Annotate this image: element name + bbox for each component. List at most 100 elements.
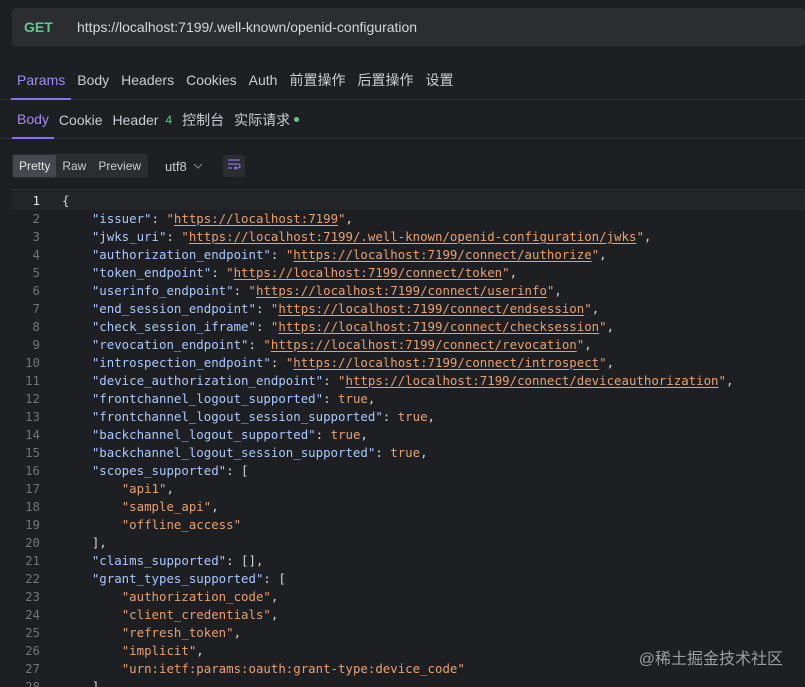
line-number: 15: [25, 445, 40, 460]
code-line: 8 "check_session_iframe": "https://local…: [12, 318, 805, 336]
header-count-badge: 4: [165, 112, 173, 127]
code-text: "jwks_uri": "https://localhost:7199/.wel…: [91, 229, 652, 244]
code-line: 5 "token_endpoint": "https://localhost:7…: [12, 264, 805, 282]
code-text: "offline_access": [121, 517, 242, 532]
wrap-lines-icon: [227, 157, 241, 175]
code-text: ],: [62, 535, 107, 550]
line-number: 27: [25, 661, 40, 676]
line-number: 14: [25, 427, 40, 442]
line-number: 18: [25, 499, 40, 514]
code-text: "client_credentials",: [121, 607, 279, 622]
code-line: 1{: [12, 192, 805, 210]
code-text: "claims_supported": [],: [91, 553, 264, 568]
line-number: 8: [32, 319, 40, 334]
status-dot-icon: [294, 117, 300, 122]
line-number: 21: [25, 553, 40, 568]
resp-tab-header[interactable]: Header 4: [108, 101, 178, 139]
code-line: 20 ],: [12, 534, 805, 552]
line-number: 26: [25, 643, 40, 658]
line-number: 19: [25, 517, 40, 532]
chevron-down-icon: [193, 161, 203, 172]
json-viewer[interactable]: 1{2 "issuer": "https://localhost:7199", 3…: [12, 189, 805, 687]
code-text: "introspection_endpoint": "https://local…: [91, 355, 615, 370]
code-line: 12 "frontchannel_logout_supported": true…: [12, 390, 805, 408]
code-line: 3 "jwks_uri": "https://localhost:7199/.w…: [12, 228, 805, 246]
code-text: "end_session_endpoint": "https://localho…: [91, 301, 600, 316]
line-number: 13: [25, 409, 40, 424]
encoding-value: utf8: [165, 158, 187, 174]
request-url[interactable]: https://localhost:7199/.well-known/openi…: [77, 19, 417, 35]
code-line: 23 "authorization_code",: [12, 588, 805, 606]
code-text: "implicit",: [121, 643, 204, 658]
resp-tab-console-label: 控制台: [182, 111, 225, 128]
http-method[interactable]: GET: [24, 19, 77, 35]
code-text: "authorization_code",: [121, 589, 279, 604]
code-line: 16 "scopes_supported": [: [12, 462, 805, 480]
tab-cookies[interactable]: Cookies: [180, 62, 243, 100]
code-line: 21 "claims_supported": [],: [12, 552, 805, 570]
line-number: 11: [25, 373, 40, 388]
resp-tab-header-label: Header: [112, 111, 159, 128]
code-text: "frontchannel_logout_session_supported":…: [91, 409, 436, 424]
view-raw-button[interactable]: Raw: [56, 155, 92, 177]
code-line: 13 "frontchannel_logout_session_supporte…: [12, 408, 805, 426]
code-text: ],: [62, 679, 107, 687]
code-line: 10 "introspection_endpoint": "https://lo…: [12, 354, 805, 372]
code-text: "revocation_endpoint": "https://localhos…: [91, 337, 592, 352]
resp-tab-console[interactable]: 控制台: [177, 101, 229, 139]
tab-body[interactable]: Body: [71, 62, 115, 100]
code-line: 11 "device_authorization_endpoint": "htt…: [12, 372, 805, 390]
resp-tab-body-label: Body: [17, 110, 49, 127]
view-preview-button[interactable]: Preview: [92, 155, 147, 177]
code-line: 4 "authorization_endpoint": "https://loc…: [12, 246, 805, 264]
resp-tab-cookie-label: Cookie: [58, 111, 103, 128]
code-text: "sample_api",: [121, 499, 219, 514]
code-line: 15 "backchannel_logout_session_supported…: [12, 444, 805, 462]
line-number: 12: [25, 391, 40, 406]
line-number: 24: [25, 607, 40, 622]
view-mode-switch: Pretty Raw Preview: [12, 154, 149, 178]
tab-pre-request[interactable]: 前置操作: [283, 62, 351, 100]
code-line: 6 "userinfo_endpoint": "https://localhos…: [12, 282, 805, 300]
resp-tab-cookie[interactable]: Cookie: [54, 101, 108, 139]
resp-tab-actual-request[interactable]: 实际请求: [229, 101, 304, 139]
response-toolbar: Pretty Raw Preview utf8: [12, 153, 245, 179]
line-number: 3: [32, 229, 40, 244]
line-number: 17: [25, 481, 40, 496]
line-number: 7: [32, 301, 40, 316]
code-line: 24 "client_credentials",: [12, 606, 805, 624]
code-text: "token_endpoint": "https://localhost:719…: [91, 265, 518, 280]
tab-auth[interactable]: Auth: [243, 62, 284, 100]
code-line: 19 "offline_access": [12, 516, 805, 534]
view-pretty-button[interactable]: Pretty: [13, 155, 57, 177]
tab-params[interactable]: Params: [11, 62, 72, 100]
request-tabs: Params Body Headers Cookies Auth 前置操作 后置…: [0, 62, 805, 100]
code-line: 22 "grant_types_supported": [: [12, 570, 805, 588]
code-text: "frontchannel_logout_supported": true,: [91, 391, 376, 406]
code-text: "device_authorization_endpoint": "https:…: [91, 373, 734, 388]
line-number: 6: [32, 283, 40, 298]
code-line: 18 "sample_api",: [12, 498, 805, 516]
word-wrap-button[interactable]: [222, 155, 245, 177]
url-bar[interactable]: GET https://localhost:7199/.well-known/o…: [12, 8, 805, 46]
code-text: "scopes_supported": [: [91, 463, 249, 478]
tab-settings[interactable]: 设置: [419, 62, 459, 100]
code-text: "api1",: [121, 481, 174, 496]
code-text: "backchannel_logout_session_supported": …: [91, 445, 428, 460]
watermark: @稀土掘金技术社区: [638, 651, 783, 668]
resp-tab-body[interactable]: Body: [12, 101, 54, 139]
line-number: 16: [25, 463, 40, 478]
encoding-select[interactable]: utf8: [165, 159, 203, 174]
line-number: 28: [25, 679, 40, 687]
resp-tab-actual-label: 实际请求: [234, 111, 291, 128]
tab-headers[interactable]: Headers: [115, 62, 180, 100]
code-line: 14 "backchannel_logout_supported": true,: [12, 426, 805, 444]
line-number: 4: [32, 247, 40, 262]
line-number: 2: [32, 211, 40, 226]
line-number: 9: [32, 337, 40, 352]
line-number: 5: [32, 265, 40, 280]
code-line: 2 "issuer": "https://localhost:7199",: [12, 210, 805, 228]
line-number: 20: [25, 535, 40, 550]
code-line: 17 "api1",: [12, 480, 805, 498]
tab-post-request[interactable]: 后置操作: [351, 62, 419, 100]
